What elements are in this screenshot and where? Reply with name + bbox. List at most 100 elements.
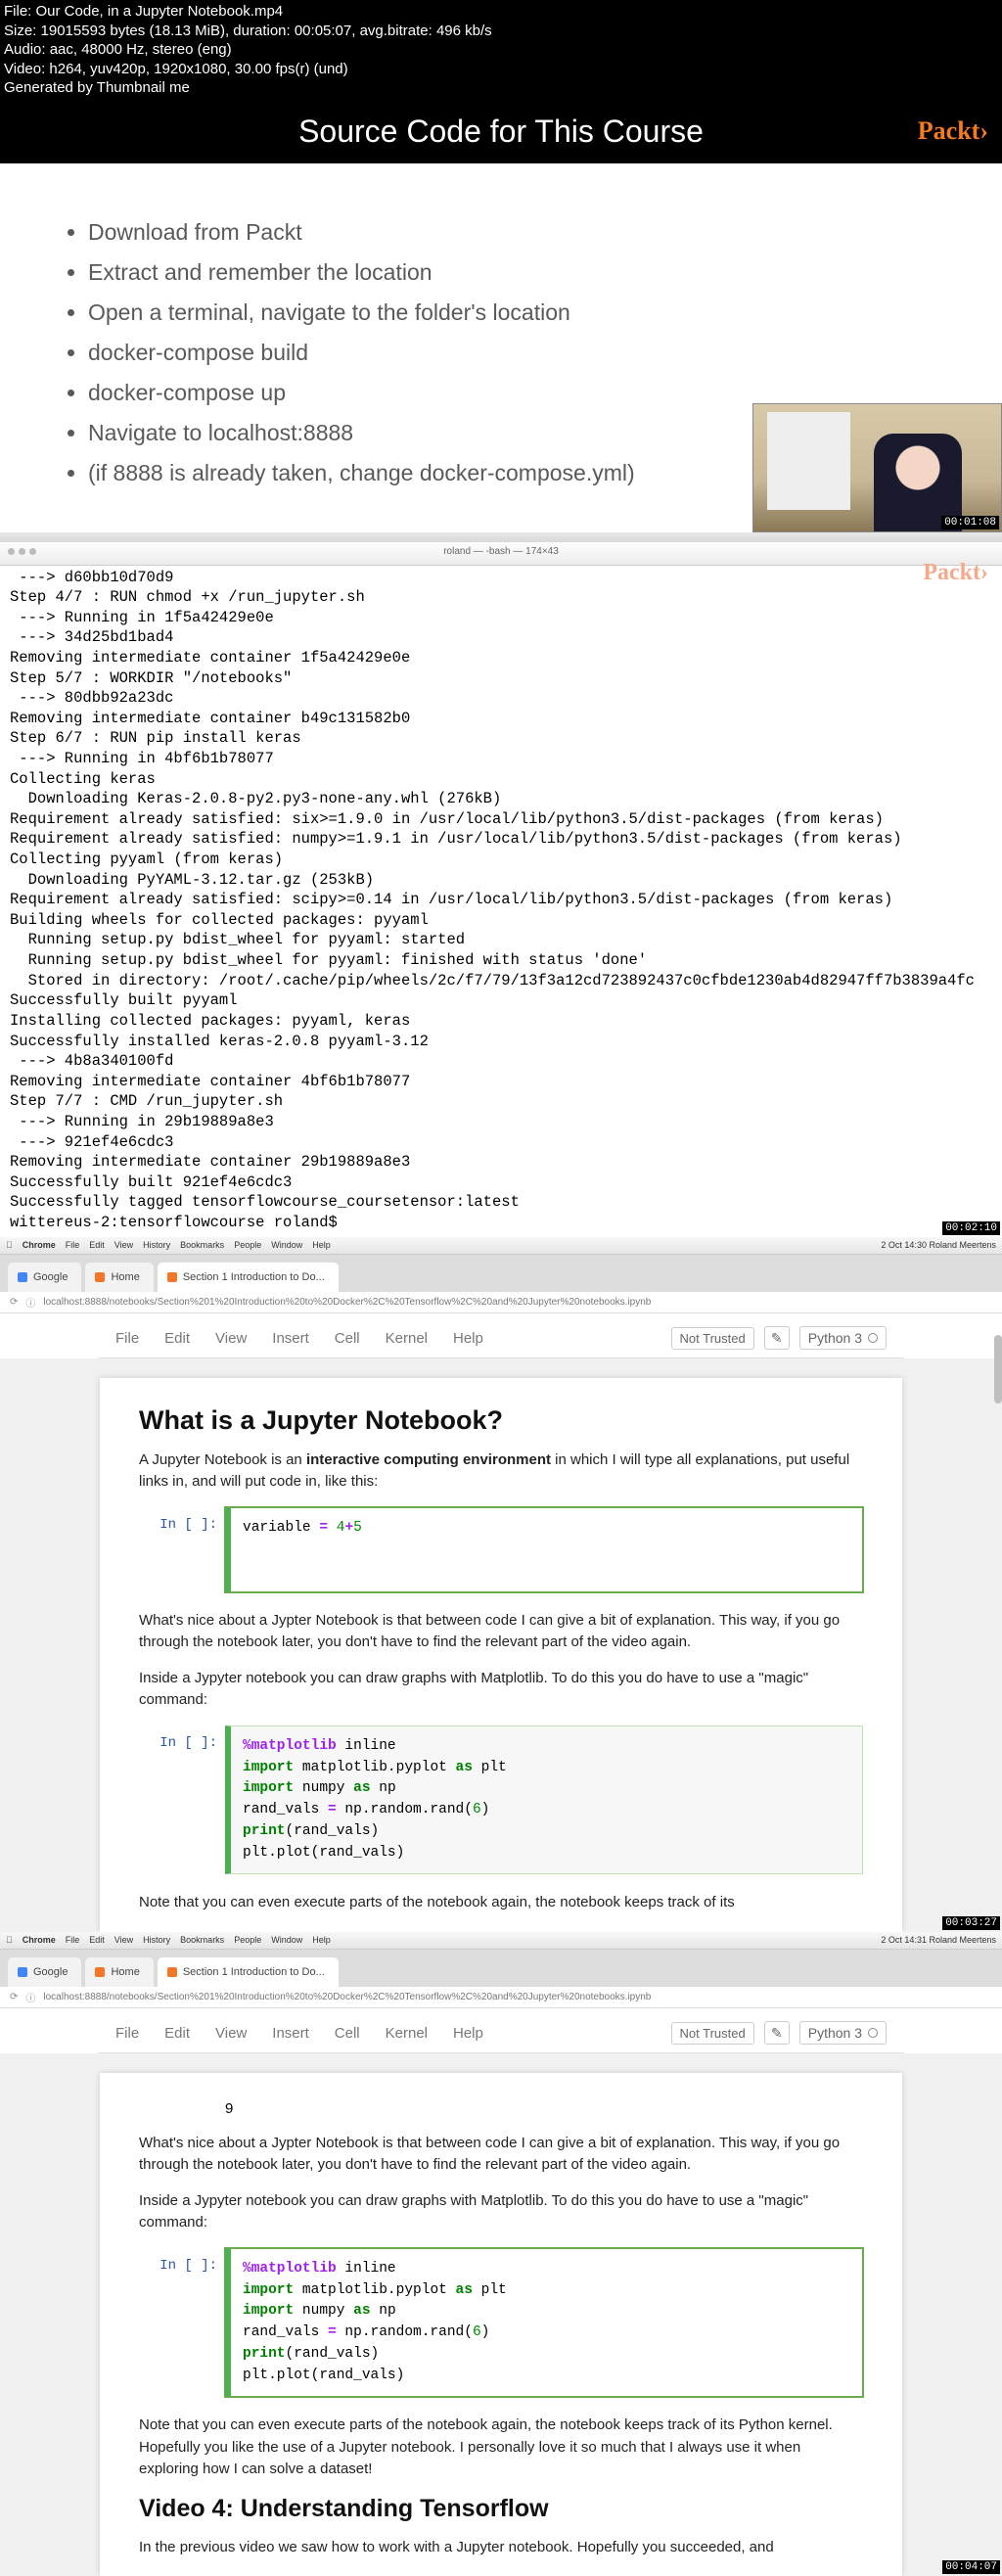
slide-header: Source Code for This Course Packt› (0, 100, 1002, 163)
code-input[interactable]: variable = 4+5 (225, 1507, 863, 1592)
menu-item[interactable]: Help (312, 1935, 331, 1945)
cell-prompt: In [ ]: (139, 1507, 225, 1592)
nb-menu-item[interactable]: Cell (335, 1330, 360, 1347)
nb-menu-item[interactable]: Help (453, 1330, 483, 1347)
nb-menu-item[interactable]: Insert (272, 2025, 309, 2042)
url-text: localhost:8888/notebooks/Section%201%20I… (43, 1992, 651, 2002)
slide-terminal: roland — -bash — 174×43 ---> d60bb10d70d… (0, 532, 1002, 1237)
apple-icon:  (6, 1935, 13, 1945)
notebook-menubar: File Edit View Insert Cell Kernel Help N… (98, 2014, 904, 2053)
info-icon[interactable]: ⓘ (25, 1990, 35, 2004)
menu-item[interactable]: Chrome (23, 1240, 56, 1250)
slide-title: Source Code for This Course (298, 114, 704, 149)
address-bar[interactable]: ⟳ ⓘ localhost:8888/notebooks/Section%201… (0, 1292, 1002, 1313)
nb-menu-item[interactable]: Cell (335, 2025, 360, 2042)
poster-icon (767, 412, 850, 510)
terminal-output: ---> d60bb10d70d9 Step 4/7 : RUN chmod +… (0, 566, 1002, 1237)
meta-line: Audio: aac, 48000 Hz, stereo (eng) (4, 40, 1002, 60)
menu-item[interactable]: History (143, 1935, 170, 1945)
url-text: localhost:8888/notebooks/Section%201%20I… (43, 1297, 651, 1308)
scrollbar[interactable] (994, 1335, 1002, 1403)
menu-item[interactable]: Window (271, 1935, 302, 1945)
packt-logo: Packt› (923, 560, 988, 586)
markdown-text: A Jupyter Notebook is an interactive com… (139, 1449, 863, 1494)
not-trusted-button[interactable]: Not Trusted (671, 2022, 754, 2045)
markdown-heading: Video 4: Understanding Tensorflow (139, 2495, 863, 2523)
browser-tab[interactable]: Home (85, 1957, 153, 1987)
timestamp-overlay: 00:03:27 (942, 1916, 1000, 1930)
menu-item[interactable]: View (114, 1935, 133, 1945)
info-icon[interactable]: ⓘ (25, 1295, 35, 1310)
edit-icon[interactable]: ✎ (764, 1326, 790, 1350)
nb-menu-item[interactable]: Edit (164, 2025, 190, 2042)
cell-prompt: In [ ]: (139, 2248, 225, 2398)
menu-item[interactable]: Window (271, 1240, 302, 1250)
meta-line: Size: 19015593 bytes (18.13 MiB), durati… (4, 22, 1002, 41)
meta-line: Generated by Thumbnail me (4, 78, 1002, 98)
cell-prompt: In [ ]: (139, 1725, 225, 1875)
nb-menu-item[interactable]: Help (453, 2025, 483, 2042)
timestamp-overlay: 00:01:08 (941, 516, 999, 529)
browser-tabs: Google Home Section 1 Introduction to Do… (0, 1255, 1002, 1292)
edit-icon[interactable]: ✎ (764, 2021, 790, 2045)
menu-item[interactable]: Edit (89, 1935, 105, 1945)
bullet-item: Open a terminal, navigate to the folder'… (88, 293, 943, 333)
nb-menu-item[interactable]: View (215, 1330, 247, 1347)
nb-menu-item[interactable]: View (215, 2025, 247, 2042)
nb-menu-item[interactable]: File (115, 1330, 139, 1347)
nb-menu-item[interactable]: Insert (272, 1330, 309, 1347)
markdown-text: Note that you can even execute parts of … (139, 1892, 863, 1914)
code-cell[interactable]: In [ ]: variable = 4+5 (139, 1507, 863, 1592)
slide-body: Download from Packt Extract and remember… (0, 163, 1002, 532)
apple-icon:  (6, 1240, 13, 1250)
mac-menubar:  Chrome File Edit View History Bookmark… (0, 1237, 1002, 1255)
menu-item[interactable]: Edit (89, 1240, 105, 1250)
reload-icon[interactable]: ⟳ (10, 1297, 18, 1308)
kernel-indicator[interactable]: Python 3 (799, 1326, 887, 1350)
menu-item[interactable]: Help (312, 1240, 331, 1250)
browser-tab[interactable]: Google (8, 1263, 81, 1292)
code-cell[interactable]: In [ ]: %matplotlib inline import matplo… (139, 1725, 863, 1875)
markdown-text: In the previous video we saw how to work… (139, 2537, 863, 2559)
nb-menu-item[interactable]: File (115, 2025, 139, 2042)
menu-item[interactable]: People (234, 1240, 261, 1250)
jupyter-screenshot-2:  Chrome File Edit View History Bookmark… (0, 1932, 1002, 2576)
browser-tab-active[interactable]: Section 1 Introduction to Do... (158, 1263, 339, 1292)
bullet-item: Download from Packt (88, 212, 943, 253)
menu-item[interactable]: People (234, 1935, 261, 1945)
window-title: roland — -bash — 174×43 (443, 546, 559, 557)
address-bar[interactable]: ⟳ ⓘ localhost:8888/notebooks/Section%201… (0, 1987, 1002, 2008)
slide-source-code: Source Code for This Course Packt› Downl… (0, 100, 1002, 532)
file-metadata: File: Our Code, in a Jupyter Notebook.mp… (0, 0, 1002, 100)
not-trusted-button[interactable]: Not Trusted (671, 1327, 754, 1350)
browser-tab-active[interactable]: Section 1 Introduction to Do... (158, 1957, 339, 1987)
nb-menu-item[interactable]: Kernel (386, 1330, 428, 1347)
browser-tabs: Google Home Section 1 Introduction to Do… (0, 1950, 1002, 1987)
notebook-menubar: File Edit View Insert Cell Kernel Help N… (98, 1319, 904, 1358)
markdown-heading: What is a Jupyter Notebook? (139, 1405, 863, 1436)
markdown-text: What's nice about a Jypter Notebook is t… (139, 1610, 863, 1654)
menu-item[interactable]: Chrome (23, 1935, 56, 1945)
browser-tab[interactable]: Home (85, 1263, 153, 1292)
markdown-text: What's nice about a Jypter Notebook is t… (139, 2133, 863, 2177)
terminal-titlebar: roland — -bash — 174×43 (0, 542, 1002, 566)
markdown-text: Inside a Jypyter notebook you can draw g… (139, 2190, 863, 2234)
menu-item[interactable]: View (114, 1240, 133, 1250)
code-cell[interactable]: In [ ]: %matplotlib inline import matplo… (139, 2248, 863, 2398)
nb-menu-item[interactable]: Edit (164, 1330, 190, 1347)
reload-icon[interactable]: ⟳ (10, 1992, 18, 2002)
menu-item[interactable]: Bookmarks (180, 1935, 224, 1945)
code-input[interactable]: %matplotlib inline import matplotlib.pyp… (225, 1725, 863, 1875)
browser-tab[interactable]: Google (8, 1957, 81, 1987)
packt-logo: Packt› (918, 116, 988, 146)
code-input[interactable]: %matplotlib inline import matplotlib.pyp… (225, 2248, 863, 2398)
timestamp-overlay: 00:02:10 (942, 1221, 1000, 1235)
nb-menu-item[interactable]: Kernel (386, 2025, 428, 2042)
menu-item[interactable]: History (143, 1240, 170, 1250)
kernel-indicator[interactable]: Python 3 (799, 2021, 887, 2045)
menu-item[interactable]: File (66, 1240, 80, 1250)
menu-item[interactable]: File (66, 1935, 80, 1945)
bullet-item: Extract and remember the location (88, 253, 943, 293)
cell-output: 9 (225, 2100, 863, 2117)
menu-item[interactable]: Bookmarks (180, 1240, 224, 1250)
